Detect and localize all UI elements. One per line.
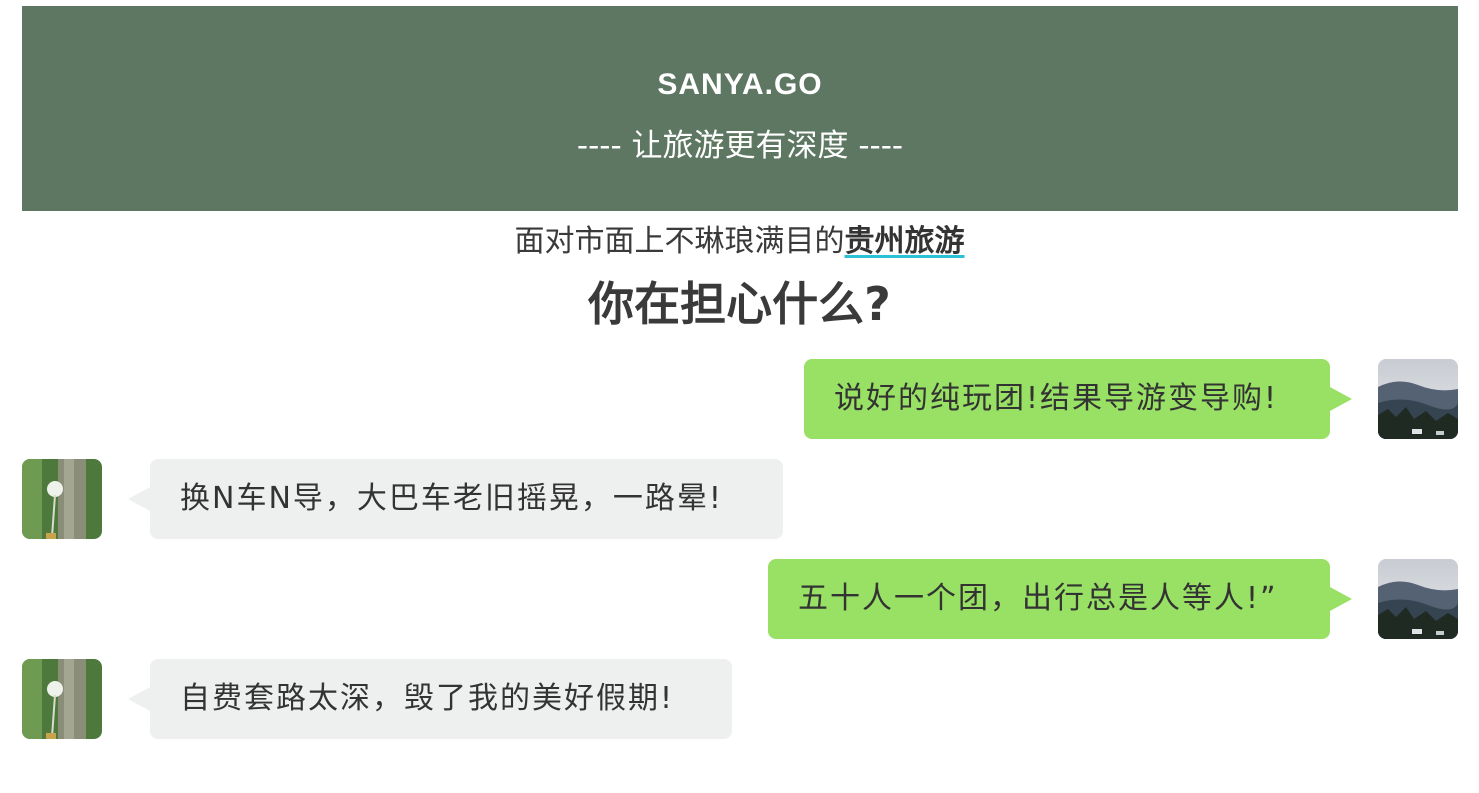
section-title: 你在担心什么?: [588, 277, 891, 331]
chat-bubble-3: 五十人一个团，出行总是人等人!”: [768, 559, 1330, 639]
mountain-avatar-icon: [1378, 359, 1458, 439]
chat-bubble-1: 说好的纯玩团!结果导游变导购!: [804, 359, 1330, 439]
chat-message-2: 换N车N导，大巴车老旧摇晃，一路晕!: [0, 459, 1479, 539]
chat-message-1: 说好的纯玩团!结果导游变导购!: [0, 359, 1479, 439]
chat-text-1: 说好的纯玩团!结果导游变导购!: [834, 381, 1279, 416]
mountain-avatar-icon: [1378, 559, 1458, 639]
bubble-tail-4: [128, 687, 150, 711]
bubble-tail-2: [128, 487, 150, 511]
chat-text-2: 换N车N导，大巴车老旧摇晃，一路晕!: [180, 481, 723, 516]
bubble-tail-3: [1330, 587, 1352, 611]
intro-prefix: 面对市面上不琳琅满目的: [514, 224, 845, 259]
bubble-tail-1: [1330, 387, 1352, 411]
chat-bubble-2: 换N车N导，大巴车老旧摇晃，一路晕!: [150, 459, 783, 539]
brand-slogan: ---- 让旅游更有深度 ----: [576, 128, 904, 164]
chat-message-4: 自费套路太深，毁了我的美好假期!: [0, 659, 1479, 739]
intro-highlight-link[interactable]: 贵州旅游: [845, 224, 965, 259]
chat-message-3: 五十人一个团，出行总是人等人!”: [0, 559, 1479, 639]
dandelion-avatar-icon: [22, 459, 102, 539]
chat-bubble-4: 自费套路太深，毁了我的美好假期!: [150, 659, 732, 739]
dandelion-avatar-icon: [22, 659, 102, 739]
chat-text-4: 自费套路太深，毁了我的美好假期!: [180, 681, 675, 716]
intro-line: 面对市面上不琳琅满目的贵州旅游: [0, 216, 1479, 260]
chat-text-3: 五十人一个团，出行总是人等人!”: [798, 581, 1278, 616]
hero-banner: SANYA.GO ---- 让旅游更有深度 ----: [22, 6, 1458, 211]
brand-title: SANYA.GO: [657, 68, 823, 101]
